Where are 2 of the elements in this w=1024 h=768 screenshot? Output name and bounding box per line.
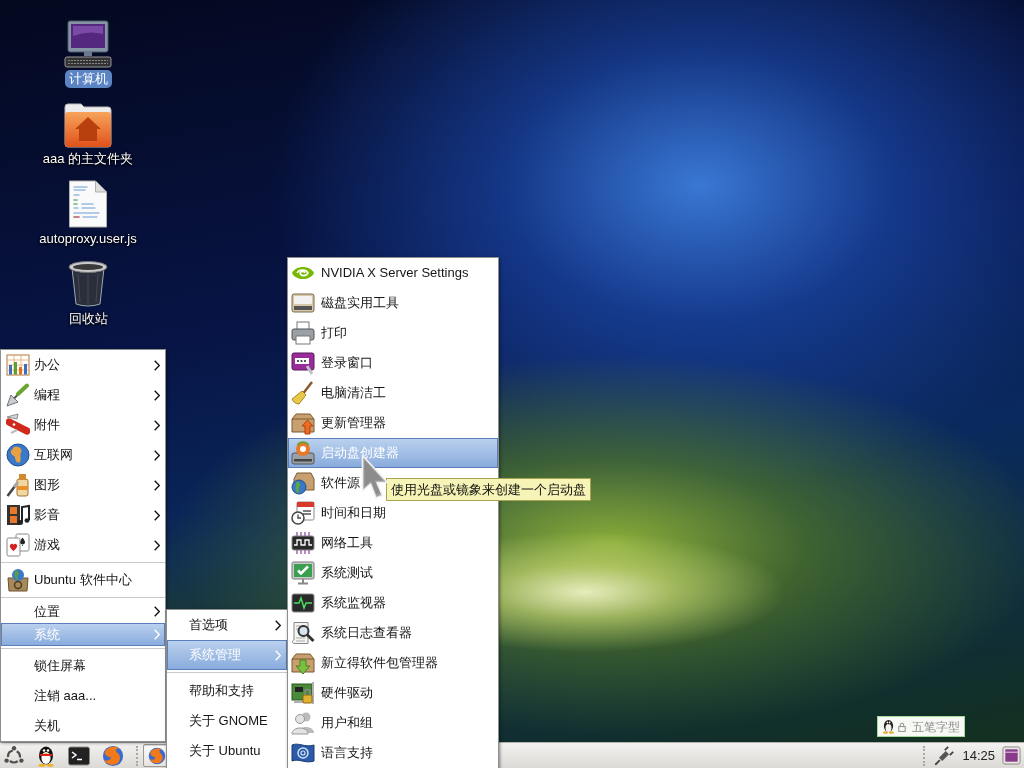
tooltip: 使用光盘或镜象来创建一个启动盘 (386, 478, 591, 501)
input-method-label: 五笔字型 (912, 718, 960, 736)
